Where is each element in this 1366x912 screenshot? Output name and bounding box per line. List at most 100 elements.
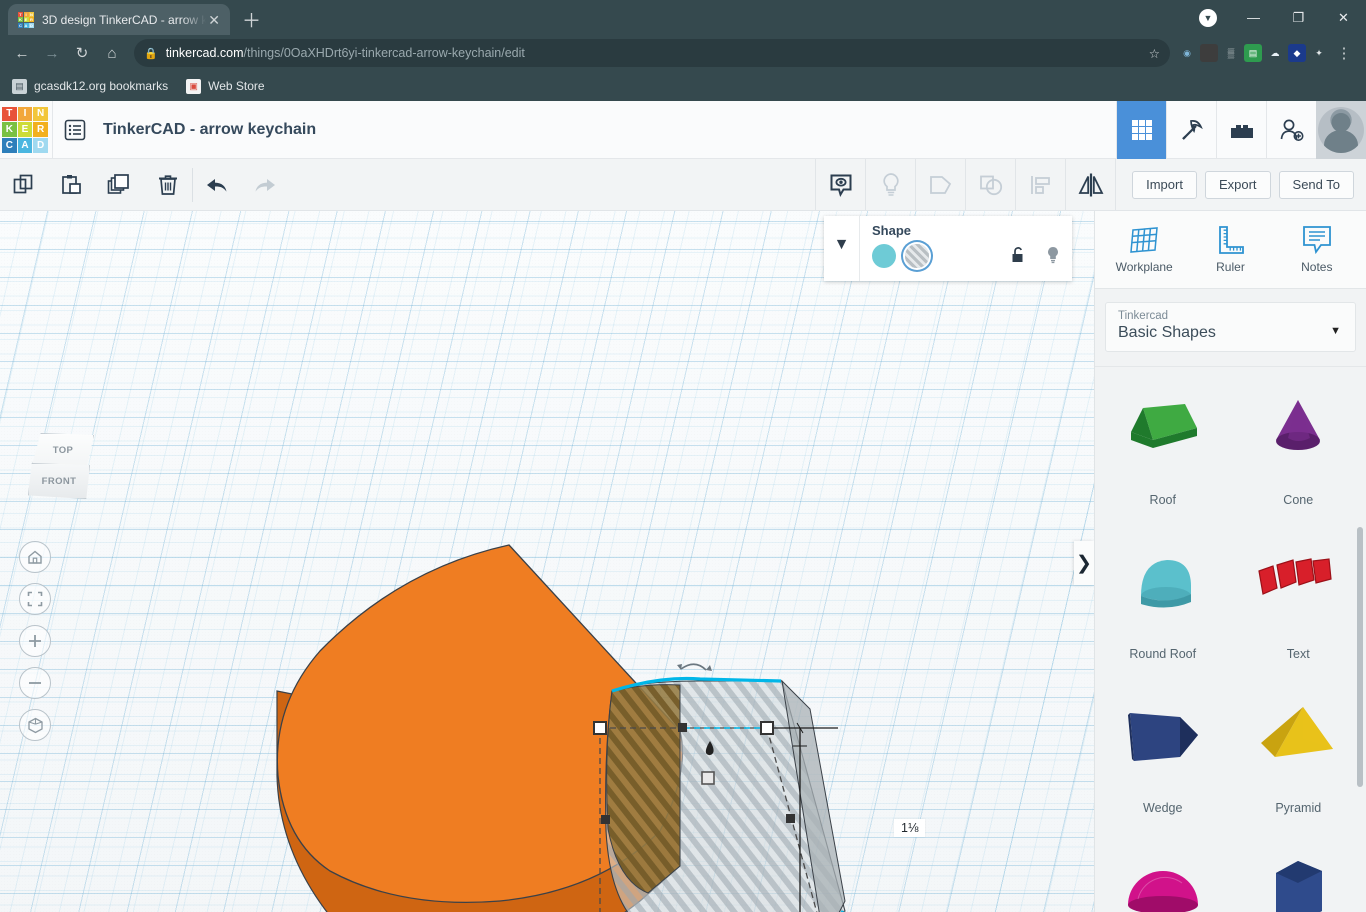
- browser-tab[interactable]: TIN KER CAD 3D design TinkerCAD - arrow …: [8, 4, 230, 35]
- close-window-button[interactable]: ✕: [1321, 0, 1366, 35]
- hole-intersection: [606, 684, 681, 894]
- lock-icon[interactable]: [1011, 246, 1026, 269]
- shapes-sidebar: Workplane Ruler Notes Tinkercad Basic Sh…: [1094, 211, 1366, 912]
- group-shapes-icon: [915, 158, 965, 211]
- notes-tool-label: Notes: [1301, 260, 1333, 274]
- header-right-tools: [1116, 100, 1366, 159]
- copy-button[interactable]: [0, 159, 48, 211]
- qr-code-icon[interactable]: ▒: [1222, 44, 1240, 62]
- light-bulb-icon: [865, 158, 915, 211]
- duplicate-button[interactable]: [96, 159, 144, 211]
- tinkercad-favicon-icon: TIN KER CAD: [18, 11, 34, 28]
- zoom-out-button[interactable]: [19, 667, 51, 699]
- reload-icon[interactable]: ↻: [68, 39, 96, 67]
- user-avatar[interactable]: [1316, 100, 1366, 159]
- solid-color-swatch[interactable]: [872, 244, 896, 268]
- zoom-in-button[interactable]: [19, 625, 51, 657]
- notes-tool[interactable]: Notes: [1278, 225, 1356, 274]
- library-collection: Basic Shapes: [1118, 324, 1216, 341]
- window-controls: ▼ — ❐ ✕: [1199, 0, 1366, 35]
- shape-roof[interactable]: Roof: [1095, 371, 1231, 525]
- lock-icon: 🔒: [144, 47, 158, 60]
- shape-half-sphere[interactable]: Half Sphere: [1095, 833, 1231, 912]
- workplane-tool-label: Workplane: [1115, 260, 1173, 274]
- lastpass-icon[interactable]: ◆: [1288, 44, 1306, 62]
- view-cube-front-face[interactable]: FRONT: [28, 463, 90, 499]
- bookmark-star-icon[interactable]: ☆: [1149, 46, 1160, 61]
- screenshot-icon[interactable]: [1200, 44, 1218, 62]
- perspective-toggle-button[interactable]: [19, 709, 51, 741]
- view-cube-top-face[interactable]: TOP: [32, 433, 94, 467]
- codeblocks-pickaxe-icon[interactable]: [1166, 100, 1216, 159]
- ruler-tool-label: Ruler: [1216, 260, 1245, 274]
- import-button[interactable]: Import: [1132, 170, 1197, 199]
- shape-cone[interactable]: Cone: [1231, 371, 1366, 525]
- export-button[interactable]: Export: [1204, 170, 1271, 199]
- puzzle-extension-icon[interactable]: ✦: [1310, 44, 1328, 62]
- undo-button[interactable]: [193, 159, 241, 211]
- shape-polygon[interactable]: Polygon: [1231, 833, 1366, 912]
- workplane-tool[interactable]: Workplane: [1105, 225, 1183, 274]
- align-icon: [1015, 158, 1065, 211]
- browser-menu-icon[interactable]: ⋮: [1330, 39, 1358, 67]
- new-tab-button[interactable]: ＋: [242, 12, 261, 31]
- shape-round-roof-label: Round Roof: [1129, 647, 1197, 661]
- save-to-drive-icon[interactable]: ▤: [1244, 44, 1262, 62]
- light-bulb-icon[interactable]: [1046, 246, 1060, 269]
- design-grid-icon[interactable]: [1116, 100, 1166, 159]
- shape-half-sphere-thumbnail-icon: [1095, 833, 1231, 912]
- shape-panel-title: Shape: [872, 223, 912, 238]
- shape-pyramid-label: Pyramid: [1275, 801, 1322, 815]
- browser-tab-title: 3D design TinkerCAD - arrow key: [42, 12, 207, 27]
- shape-cone-thumbnail-icon: [1231, 371, 1366, 487]
- shapes-grid: Roof Cone Round Roof Text Wedge Pyramid Half S…: [1095, 367, 1366, 912]
- home-icon[interactable]: ⌂: [98, 39, 126, 67]
- paste-button[interactable]: [48, 159, 96, 211]
- home-view-button[interactable]: [19, 541, 51, 573]
- word-cloud-icon[interactable]: ☁: [1266, 44, 1284, 62]
- bookmark-item-0[interactable]: ▤ gcasdk12.org bookmarks: [12, 78, 168, 94]
- shape-wedge[interactable]: Wedge: [1095, 679, 1231, 833]
- shape-library-select[interactable]: Tinkercad Basic Shapes ▼: [1105, 302, 1356, 352]
- shape-pyramid[interactable]: Pyramid: [1231, 679, 1366, 833]
- delete-button[interactable]: [144, 159, 192, 211]
- fit-to-view-button[interactable]: [19, 583, 51, 615]
- browser-tab-bar: TIN KER CAD 3D design TinkerCAD - arrow …: [0, 0, 1366, 35]
- back-icon[interactable]: ←: [8, 39, 36, 67]
- library-provider: Tinkercad: [1118, 310, 1169, 322]
- record-icon[interactable]: ◉: [1178, 44, 1196, 62]
- bookmarks-bar: ▤ gcasdk12.org bookmarks ▣ Web Store: [0, 71, 1366, 101]
- maximize-button[interactable]: ❐: [1276, 0, 1321, 35]
- shape-text[interactable]: Text: [1231, 525, 1366, 679]
- hole-swatch[interactable]: [905, 244, 929, 268]
- extensions-row: ◉ ▒ ▤ ☁ ◆ ✦: [1178, 44, 1328, 62]
- main-area: TOP FRONT 1⅛ ¾ ▼ Shape: [0, 211, 1366, 912]
- chevron-down-icon: ▼: [1330, 325, 1341, 337]
- rotate-handle-top[interactable]: [680, 663, 707, 671]
- brick-blocks-icon[interactable]: [1216, 100, 1266, 159]
- address-bar[interactable]: 🔒 tinkercad.com/things/0OaXHDrt6yi-tinke…: [134, 39, 1170, 67]
- forward-icon[interactable]: →: [38, 39, 66, 67]
- ruler-tool[interactable]: Ruler: [1191, 225, 1269, 274]
- shape-round-roof-thumbnail-icon: [1095, 525, 1231, 641]
- ungroup-shapes-icon: [965, 158, 1015, 211]
- 3d-viewport[interactable]: TOP FRONT 1⅛ ¾ ▼ Shape: [0, 211, 1094, 912]
- tinkercad-logo-icon[interactable]: TIN KER CAD: [2, 106, 48, 153]
- sidebar-scrollbar[interactable]: [1357, 527, 1363, 787]
- shape-text-thumbnail-icon: [1231, 525, 1366, 641]
- send-to-button[interactable]: Send To: [1278, 170, 1354, 199]
- bookmark-item-1[interactable]: ▣ Web Store: [186, 78, 265, 94]
- shape-round-roof[interactable]: Round Roof: [1095, 525, 1231, 679]
- minimize-button[interactable]: —: [1231, 0, 1276, 35]
- view-cube[interactable]: TOP FRONT: [26, 433, 102, 505]
- scene-canvas[interactable]: [0, 211, 1094, 912]
- design-menu-button[interactable]: [53, 101, 97, 159]
- mirror-flip-icon[interactable]: [1065, 158, 1115, 211]
- panel-collapse-handle[interactable]: ❯: [1074, 541, 1094, 585]
- tab-close-icon[interactable]: ✕: [206, 13, 222, 27]
- shapes-scroll-area[interactable]: Roof Cone Round Roof Text Wedge Pyramid Half S…: [1095, 366, 1366, 912]
- shape-panel-collapse-icon[interactable]: ▼: [824, 216, 860, 281]
- invite-person-icon[interactable]: [1266, 100, 1316, 159]
- download-indicator-icon[interactable]: ▼: [1199, 8, 1217, 27]
- note-callout-icon[interactable]: [815, 158, 865, 211]
